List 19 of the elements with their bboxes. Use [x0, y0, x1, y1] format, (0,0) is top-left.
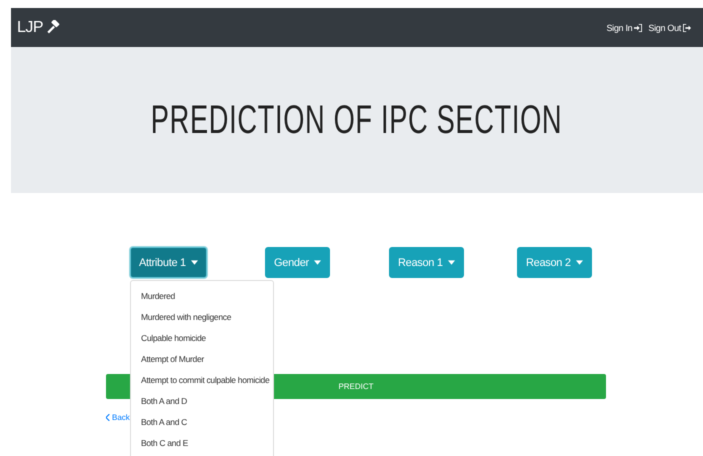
dropdown-item[interactable]: Murdered: [131, 286, 273, 307]
brand-logo[interactable]: LJP: [17, 18, 44, 36]
caret-icon: [448, 260, 455, 265]
page-title: PREDICTION OF IPC SECTION: [151, 98, 563, 142]
chevron-left-icon: [106, 414, 110, 421]
dropdown-button[interactable]: Attribute 1: [130, 247, 207, 278]
sign-in-link[interactable]: Sign In: [606, 22, 642, 32]
sign-out-icon: [683, 24, 691, 32]
dropdown-item[interactable]: Murdered with negligence: [131, 307, 273, 328]
sign-out-link[interactable]: Sign Out: [648, 22, 691, 32]
caret-icon: [190, 260, 198, 265]
dropdown-item[interactable]: Culpable homicide: [131, 328, 273, 349]
sign-in-icon: [634, 24, 642, 32]
dropdown-item[interactable]: Both A and C: [131, 412, 273, 433]
caret-icon: [314, 260, 321, 265]
dropdown-item[interactable]: Attempt of Murder: [131, 349, 273, 370]
gavel-icon: [46, 20, 62, 35]
dropdown-item[interactable]: Both C and E: [131, 433, 273, 454]
caret-icon: [576, 260, 583, 265]
